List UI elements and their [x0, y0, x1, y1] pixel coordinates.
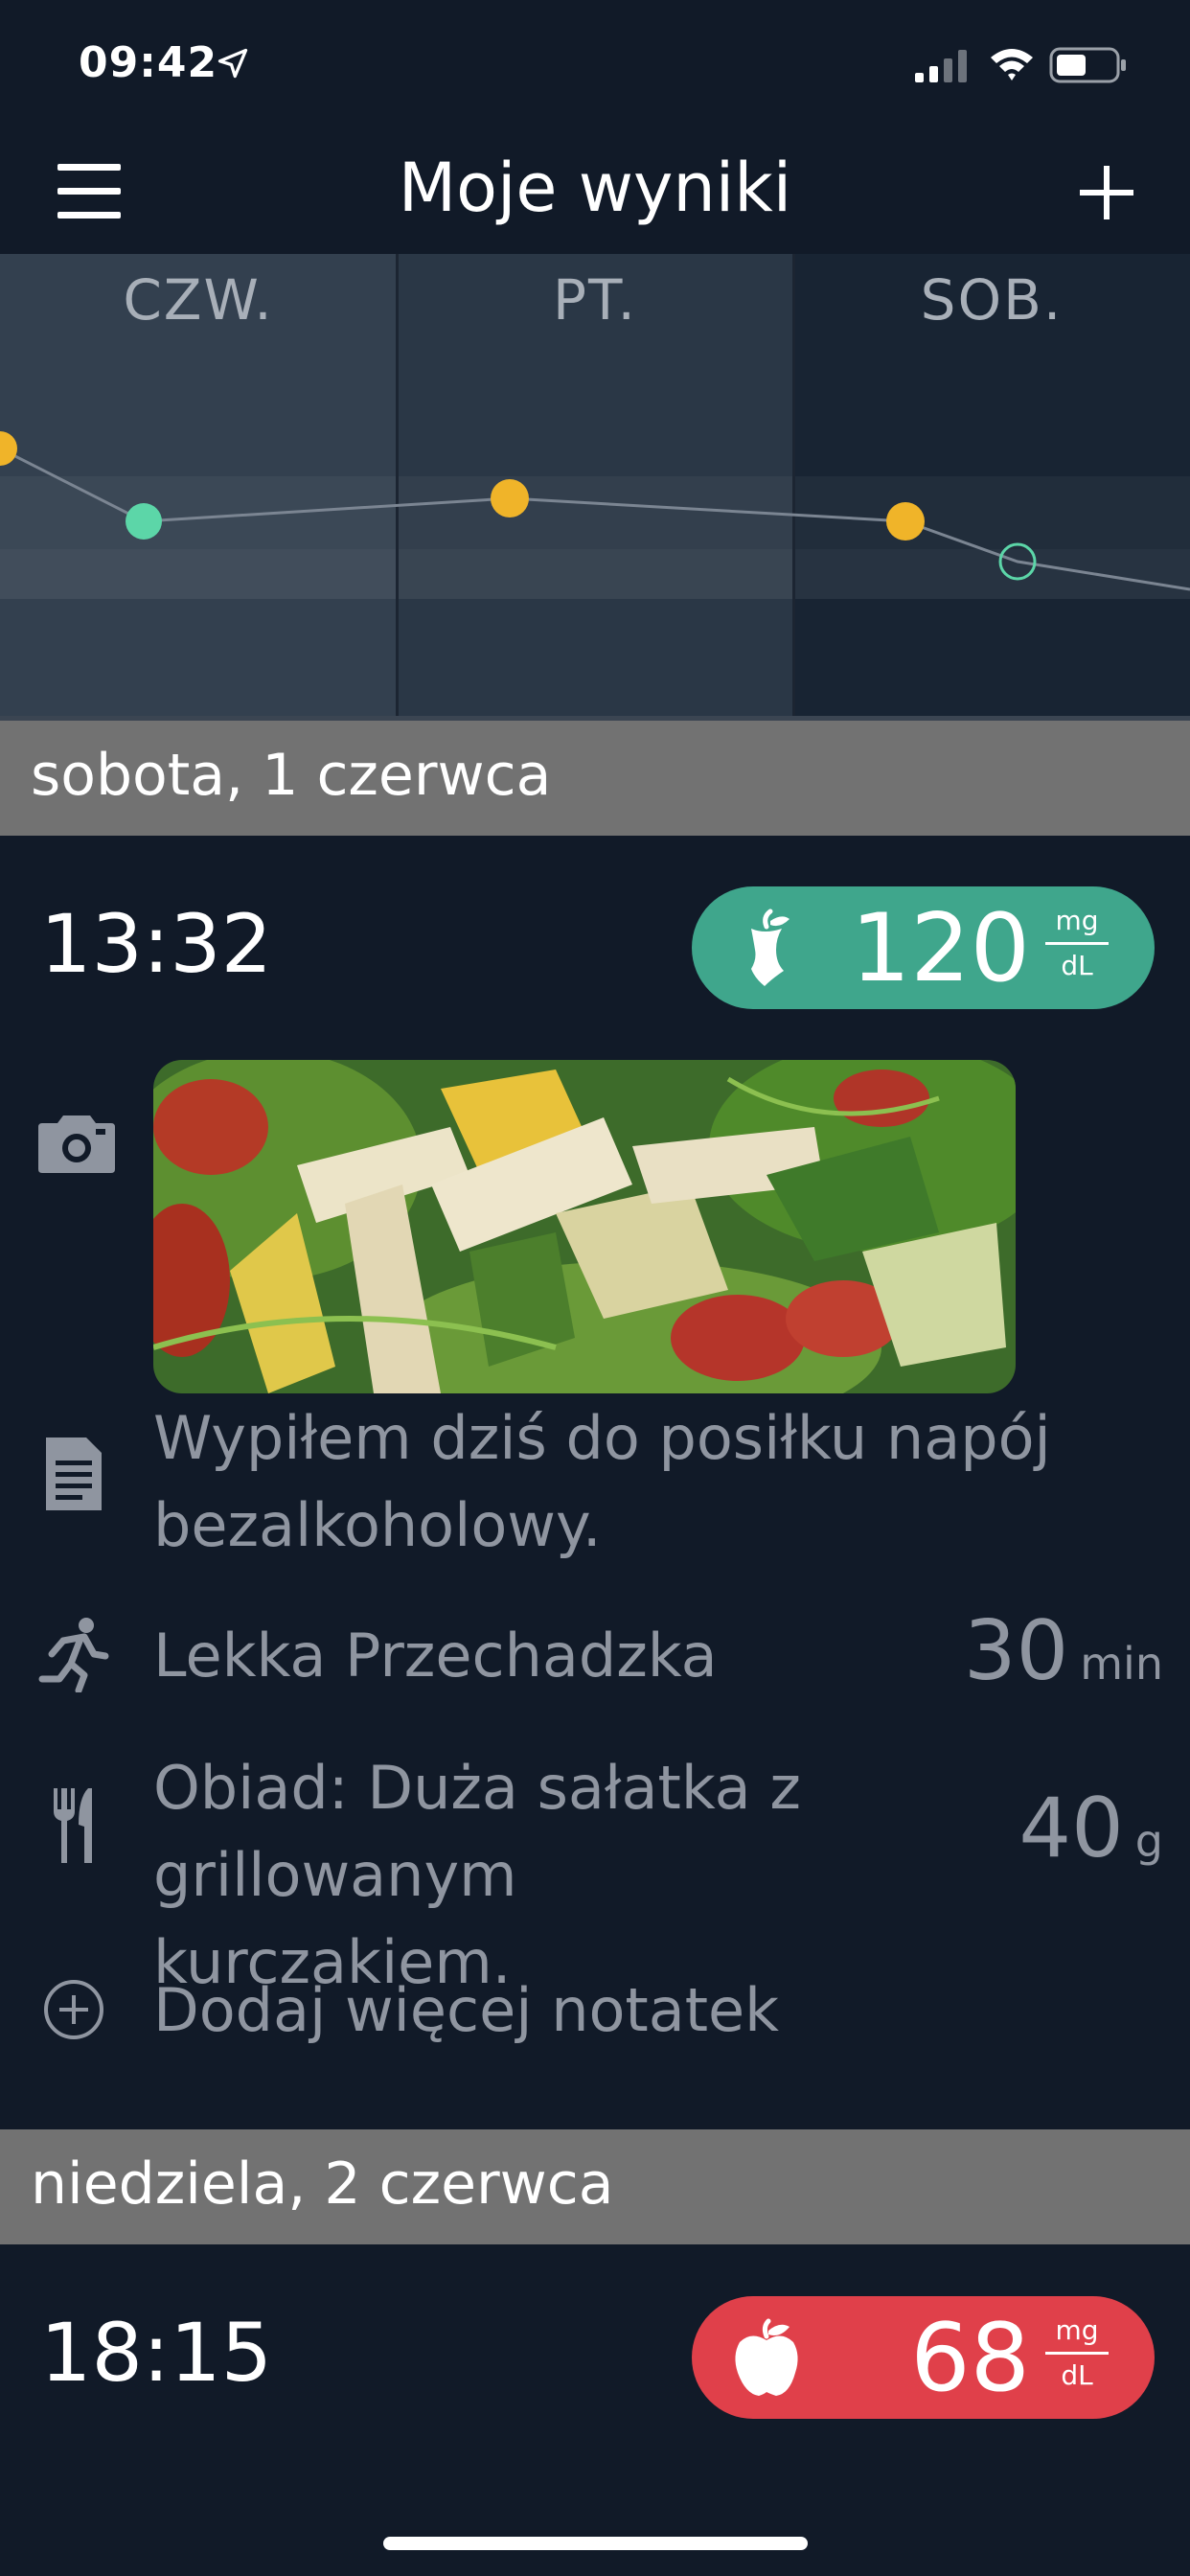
activity-duration-unit: min [1080, 1638, 1163, 1690]
apple-icon [735, 2318, 798, 2396]
glucose-value: 120 [850, 894, 1030, 1003]
glucose-value: 68 [910, 2304, 1030, 2413]
date-header-label: sobota, 1 czerwca [31, 742, 552, 809]
glucose-chart[interactable]: CZW. PT. SOB. [0, 254, 1190, 721]
day-label-thursday: CZW. [123, 267, 274, 333]
camera-icon[interactable] [36, 1112, 117, 1175]
entry-time: 18:15 [40, 2306, 273, 2400]
location-arrow-icon [217, 48, 248, 79]
reading-point[interactable] [886, 502, 925, 540]
meal-carbs: 40 g [1018, 1781, 1163, 1876]
status-time: 09:42 [79, 38, 218, 87]
date-header: niedziela, 2 czerwca [0, 2129, 1190, 2244]
activity-label: Lekka Przechadzka [153, 1621, 718, 1690]
target-range-inner-band [0, 549, 1190, 599]
page-title: Moje wyniki [398, 149, 792, 227]
activity-duration: 30 min [964, 1603, 1163, 1699]
running-icon [38, 1618, 109, 1692]
note-text: Wypiłem dziś do posiłku napój bezalkohol… [153, 1403, 1051, 1561]
entry-time: 13:32 [40, 897, 273, 991]
unit-bottom: dL [1061, 950, 1093, 981]
unit-top: mg [1055, 905, 1099, 936]
meal-photo[interactable] [153, 1060, 1016, 1393]
day-label-saturday: SOB. [920, 267, 1064, 333]
reading-point[interactable] [126, 503, 162, 540]
meal-carbs-value: 40 [1018, 1781, 1124, 1876]
home-indicator[interactable] [383, 2537, 808, 2550]
date-header: sobota, 1 czerwca [0, 721, 1190, 836]
status-bar: 09:42 [0, 0, 1190, 129]
reading-point[interactable] [491, 479, 529, 518]
wifi-icon [991, 49, 1033, 80]
unit-bottom: dL [1061, 2359, 1093, 2391]
cellular-signal-icon [915, 50, 967, 82]
battery-icon [1049, 47, 1126, 83]
glucose-unit: mg dL [1045, 2317, 1109, 2389]
day-label-friday: PT. [553, 267, 637, 333]
bitten-apple-icon [751, 908, 790, 986]
meal-carbs-unit: g [1134, 1815, 1163, 1867]
note-icon [46, 1438, 102, 1510]
unit-top: mg [1055, 2314, 1099, 2346]
add-circle-icon[interactable] [42, 1978, 105, 2041]
glucose-reading-badge[interactable]: 120 mg dL [692, 886, 1155, 1009]
glucose-reading-badge[interactable]: 68 mg dL [692, 2296, 1155, 2419]
glucose-unit: mg dL [1045, 908, 1109, 979]
activity-duration-value: 30 [963, 1603, 1069, 1699]
nav-bar: Moje wyniki [0, 129, 1190, 254]
fork-knife-icon [54, 1788, 92, 1863]
add-notes-button[interactable]: Dodaj więcej notatek [153, 1966, 779, 2054]
date-header-label: niedziela, 2 czerwca [31, 2150, 614, 2218]
add-icon[interactable] [1073, 158, 1140, 225]
